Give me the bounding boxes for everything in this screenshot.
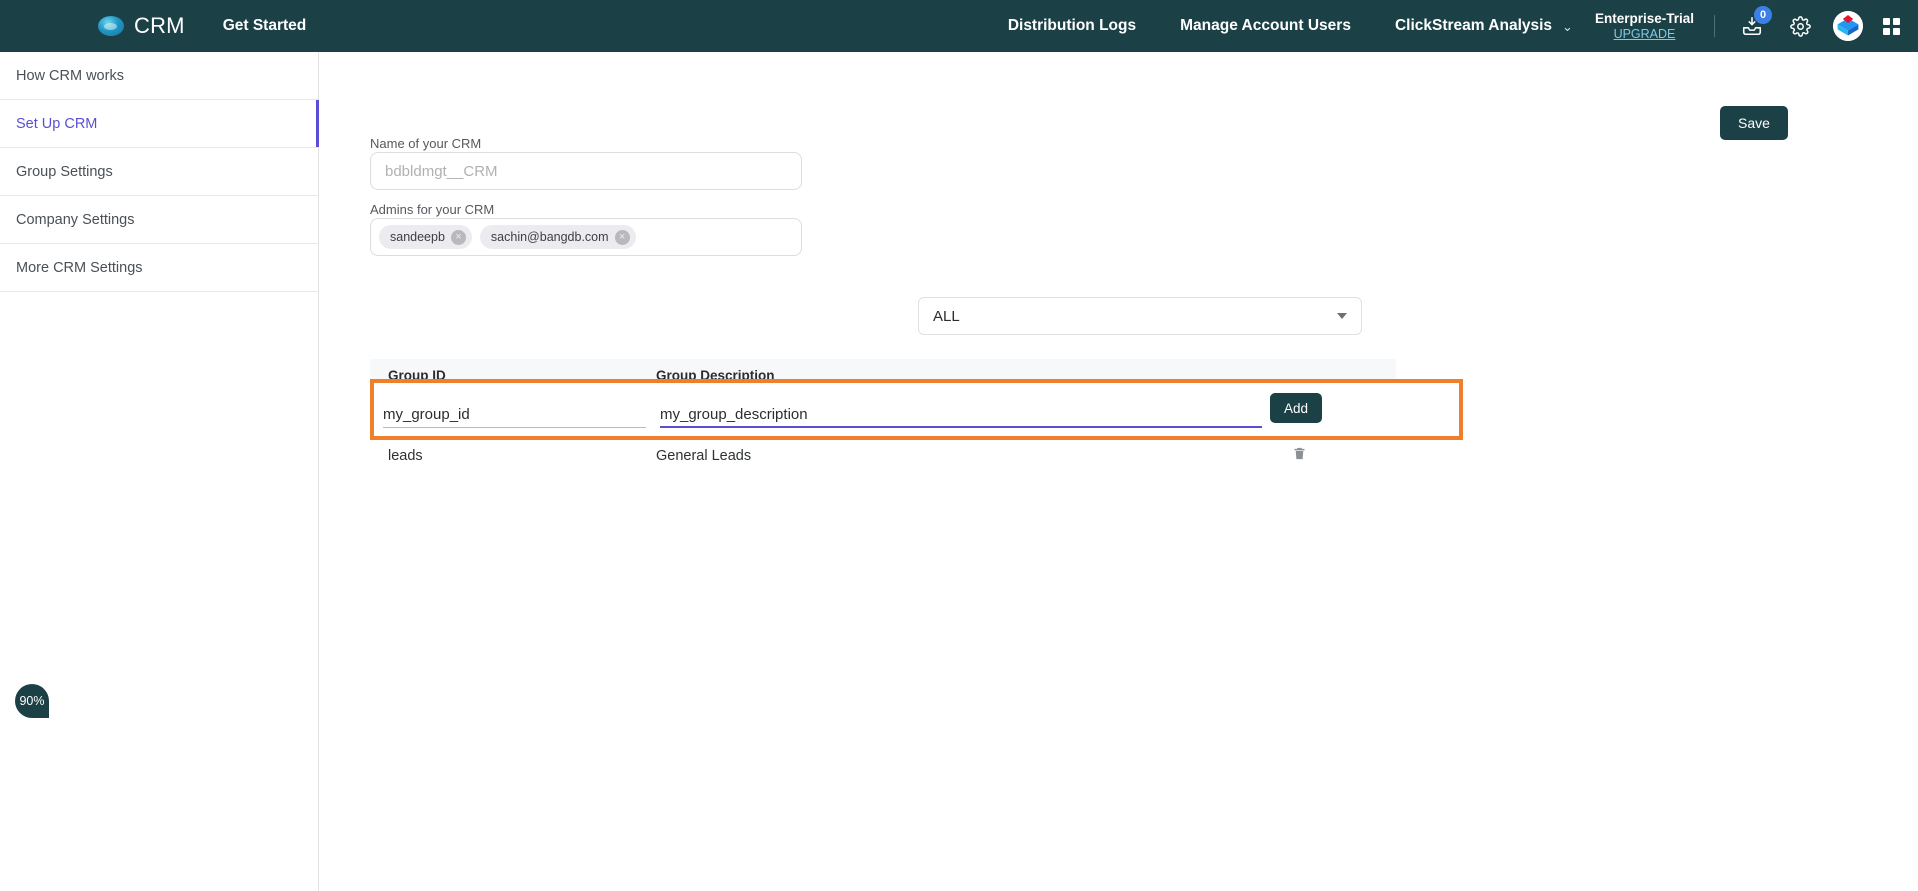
cell-group-description: General Leads: [656, 448, 752, 464]
sidebar-item-set-up-crm[interactable]: Set Up CRM: [0, 100, 319, 148]
grid-cell: [1883, 17, 1890, 25]
trash-icon[interactable]: [1292, 445, 1307, 467]
lead-distribution-select[interactable]: ALL: [918, 297, 1362, 335]
sidebar-item-company-settings[interactable]: Company Settings: [0, 196, 318, 244]
brand-name: CRM: [134, 13, 185, 38]
nav-divider: [1714, 15, 1715, 37]
admin-chip: sandeepb ×: [379, 225, 472, 249]
apps-grid-icon[interactable]: [1883, 17, 1900, 35]
admin-chip: sachin@bangdb.com ×: [479, 225, 636, 249]
admins-chips-field[interactable]: sandeepb × sachin@bangdb.com ×: [370, 218, 802, 256]
cell-group-id: leads: [388, 448, 423, 464]
top-navigation-bar: CRM Get Started Distribution Logs Manage…: [0, 0, 1918, 52]
main-content: Save Name of your CRM Admins for your CR…: [320, 52, 1918, 891]
add-group-button[interactable]: Add: [1270, 393, 1322, 423]
sidebar-item-label: More CRM Settings: [16, 259, 143, 276]
new-group-row-highlight: Add: [370, 379, 1463, 440]
nav-clickstream-analysis[interactable]: ClickStream Analysis: [1395, 17, 1552, 35]
save-button[interactable]: Save: [1720, 106, 1788, 140]
plan-name-label: Enterprise-Trial: [1594, 11, 1694, 27]
gear-icon[interactable]: [1785, 11, 1815, 41]
zoom-level-badge[interactable]: 90%: [15, 684, 49, 718]
nav-get-started[interactable]: Get Started: [223, 17, 307, 35]
nav-manage-account-users[interactable]: Manage Account Users: [1180, 17, 1351, 35]
sidebar-item-how-crm-works[interactable]: How CRM works: [0, 52, 318, 100]
sidebar-item-label: Company Settings: [16, 211, 135, 228]
inbox-download-icon[interactable]: 0: [1737, 6, 1772, 41]
remove-chip-icon[interactable]: ×: [450, 229, 466, 245]
bangdb-logo-icon[interactable]: [1833, 11, 1863, 41]
chevron-down-icon: [1337, 313, 1347, 319]
lead-distribution-selected-value: ALL: [933, 307, 960, 325]
plan-info: Enterprise-Trial UPGRADE: [1595, 11, 1694, 41]
new-group-id-input[interactable]: [383, 402, 646, 428]
grid-cell: [1893, 27, 1900, 35]
crm-name-input[interactable]: [370, 152, 802, 190]
nav-distribution-logs[interactable]: Distribution Logs: [1008, 17, 1136, 35]
crm-name-label: Name of your CRM: [370, 136, 482, 151]
sidebar-item-label: Group Settings: [16, 163, 113, 180]
admins-label: Admins for your CRM: [370, 202, 495, 217]
sidebar-item-more-crm-settings[interactable]: More CRM Settings: [0, 244, 318, 292]
notification-badge: 0: [1754, 6, 1772, 24]
crm-cloud-logo-icon: [98, 16, 124, 36]
new-group-description-input[interactable]: [660, 402, 1262, 428]
brand[interactable]: CRM: [98, 13, 185, 39]
grid-cell: [1883, 27, 1890, 35]
sidebar: How CRM works Set Up CRM Group Settings …: [0, 52, 319, 891]
grid-cell: [1893, 17, 1900, 25]
remove-chip-icon[interactable]: ×: [614, 229, 630, 245]
upgrade-link[interactable]: UPGRADE: [1614, 27, 1676, 41]
sidebar-item-group-settings[interactable]: Group Settings: [0, 148, 318, 196]
table-row: leads General Leads: [370, 440, 1396, 476]
sidebar-item-label: How CRM works: [16, 67, 124, 84]
admin-chip-label: sandeepb: [390, 230, 445, 244]
chevron-down-icon[interactable]: ⌄: [1562, 20, 1573, 33]
nav-right-cluster: Distribution Logs Manage Account Users C…: [1008, 0, 1918, 52]
sidebar-item-label: Set Up CRM: [16, 115, 98, 132]
admin-chip-label: sachin@bangdb.com: [490, 230, 609, 244]
